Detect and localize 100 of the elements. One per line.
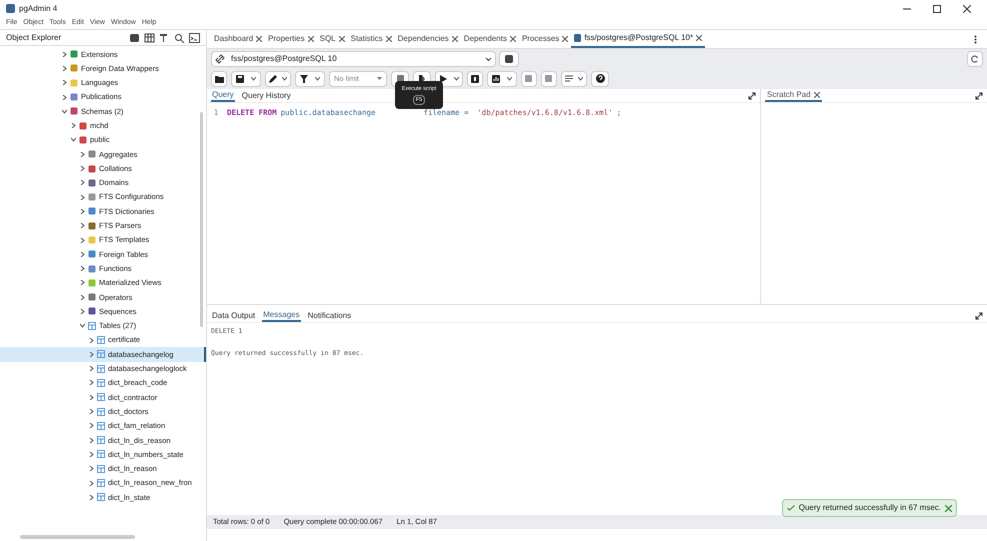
table-icon [97,378,105,387]
commit-button[interactable] [521,70,537,86]
close-icon [308,36,314,42]
table-icon [97,436,105,444]
bar-chart-icon [492,74,500,82]
node-icon [88,222,96,230]
chevron-right-icon[interactable] [89,494,94,500]
folder-icon [214,74,224,82]
grid-icon[interactable] [144,32,155,42]
chevron-right-icon[interactable] [80,180,85,186]
more-options-icon[interactable] [974,34,977,44]
maximize-icon[interactable] [933,4,941,12]
close-icon [338,36,345,42]
chevron-right-icon[interactable] [62,94,67,100]
node-icon [70,64,78,72]
tab[interactable]: Processes [518,30,572,48]
refresh-icon [971,55,979,63]
chevron-right-icon[interactable] [80,252,85,257]
node-icon [79,122,87,130]
explain-analyze-button[interactable] [487,70,517,86]
chevron-down-icon[interactable] [80,323,85,328]
explain-button[interactable] [467,70,483,86]
list-icon [564,75,573,82]
edit-button[interactable] [265,70,291,86]
caret-icon [578,76,584,80]
tab[interactable]: Dependencies [394,30,461,48]
chevron-right-icon[interactable] [89,380,94,386]
node-icon [88,178,96,187]
chevron-right-icon[interactable] [62,80,67,86]
expand-icon[interactable] [975,92,983,100]
chevron-down-icon[interactable] [71,137,76,142]
tab[interactable]: SQL [316,30,348,48]
table-icon [97,350,105,358]
tab[interactable]: Query History [240,89,292,102]
table-icon [97,393,105,402]
chevron-right-icon[interactable] [89,438,94,443]
tab[interactable]: Dashboard [211,30,266,48]
search-icon[interactable] [174,32,185,42]
node-icon [88,193,96,202]
stop-icon [396,75,404,82]
chevron-right-icon[interactable] [80,294,85,300]
close-icon [562,36,568,42]
square-icon [525,74,533,82]
chevron-right-icon[interactable] [89,480,94,486]
tab[interactable]: Data Output [211,309,256,322]
tab[interactable]: Query [211,89,235,102]
database-icon[interactable] [129,32,140,42]
expand-icon[interactable] [975,312,983,320]
chevron-right-icon[interactable] [89,366,94,372]
refresh-button[interactable] [967,51,983,67]
tab[interactable]: Messages [262,309,301,322]
connection-select[interactable]: fss/postgres@PostgreSQL 10 [211,51,496,67]
execute-button[interactable] [435,70,463,86]
caret-icon [315,76,320,80]
chevron-right-icon[interactable] [80,166,85,172]
chevron-right-icon[interactable] [80,308,85,314]
window-title: pgAdmin 4 [19,2,58,14]
chevron-down-icon [485,56,492,62]
chevron-right-icon[interactable] [80,223,85,228]
tab[interactable]: Dependents [460,30,519,48]
filter-table-icon[interactable] [159,32,170,42]
chevron-right-icon[interactable] [89,352,94,357]
table-icon [97,479,105,488]
node-icon [70,50,78,58]
chevron-right-icon[interactable] [89,423,94,428]
chevron-right-icon[interactable] [89,338,94,343]
chevron-right-icon[interactable] [89,452,94,457]
chevron-right-icon[interactable] [80,194,85,200]
expand-icon[interactable] [748,92,756,100]
chevron-right-icon[interactable] [62,52,67,57]
tab[interactable]: Properties [265,30,317,48]
open-file-button[interactable] [211,70,227,86]
chevron-right-icon[interactable] [62,66,67,71]
rollback-button[interactable] [541,70,557,86]
help-button[interactable] [591,70,609,86]
close-icon[interactable] [963,4,971,12]
chevron-right-icon[interactable] [80,238,85,242]
chevron-right-icon[interactable] [89,466,94,472]
scratch-pad-tab[interactable]: Scratch Pad [765,89,822,102]
vertical-scrollbar[interactable] [200,112,203,327]
chevron-right-icon[interactable] [80,152,85,157]
macros-button[interactable] [561,70,587,86]
table-icon [97,364,105,373]
chevron-right-icon[interactable] [80,280,85,286]
terminal-icon[interactable] [189,32,200,42]
horizontal-scrollbar[interactable] [20,535,135,539]
square-icon [471,74,479,82]
tab[interactable]: Notifications [306,309,352,322]
square-icon [545,74,553,82]
filter-button[interactable] [295,70,325,86]
node-icon [88,236,96,244]
tab[interactable]: Statistics [348,30,395,48]
chevron-right-icon[interactable] [71,123,76,128]
chevron-right-icon[interactable] [80,208,85,214]
save-button[interactable] [231,70,261,86]
chevron-down-icon[interactable] [62,108,67,114]
chevron-right-icon[interactable] [80,266,85,272]
chevron-right-icon[interactable] [89,394,94,400]
chevron-right-icon[interactable] [89,409,94,414]
database-button[interactable] [499,51,519,67]
